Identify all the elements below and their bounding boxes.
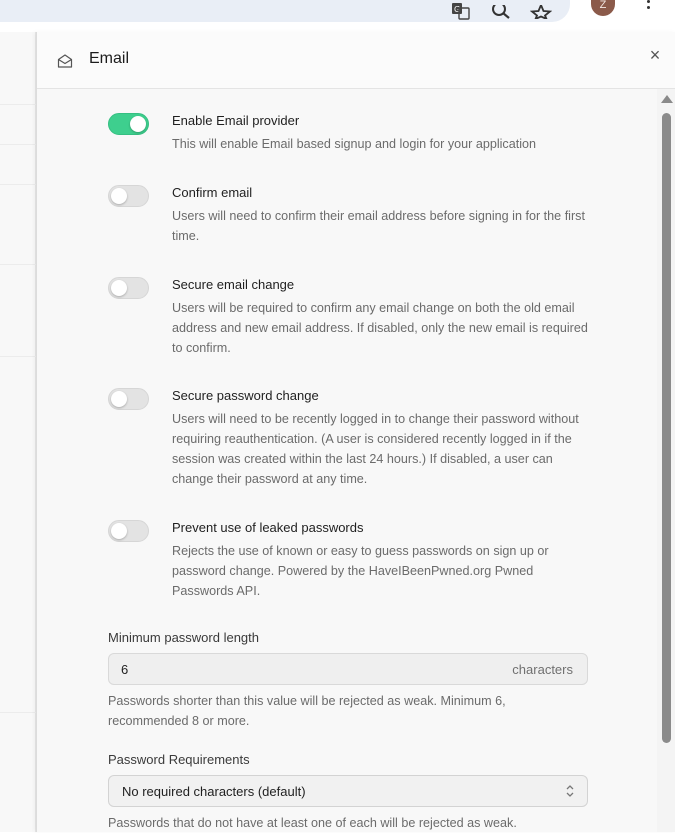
enable-email-provider-toggle[interactable]: [108, 113, 149, 135]
setting-description: Rejects the use of known or easy to gues…: [172, 544, 549, 598]
setting-label: Prevent use of leaked passwords: [172, 520, 364, 535]
password-requirements-label: Password Requirements: [108, 752, 250, 767]
setting-description: Users will be required to confirm any em…: [172, 301, 588, 355]
email-provider-panel: Email × Enable Email provider This will …: [36, 32, 675, 832]
scroll-up-arrow-icon[interactable]: [661, 95, 673, 103]
toggle-knob: [111, 188, 127, 204]
scrollbar-thumb[interactable]: [662, 113, 671, 743]
confirm-email-toggle[interactable]: [108, 185, 149, 207]
input-value: 6: [121, 662, 129, 677]
background-page: [0, 32, 36, 832]
toggle-knob: [111, 523, 127, 539]
setting-description: Users will need to be recently logged in…: [172, 412, 579, 486]
setting-label: Enable Email provider: [172, 113, 300, 128]
setting-description: This will enable Email based signup and …: [172, 137, 537, 151]
chevron-up-down-icon: [566, 785, 574, 797]
select-value: No required characters (default): [122, 784, 306, 799]
browser-toolbar: G Z: [0, 0, 675, 32]
toggle-knob: [111, 391, 127, 407]
secure-email-change-toggle[interactable]: [108, 277, 149, 299]
toggle-knob: [130, 116, 146, 132]
password-requirements-select[interactable]: No required characters (default): [108, 775, 588, 807]
setting-label: Secure email change: [172, 277, 295, 292]
prevent-leaked-passwords-toggle[interactable]: [108, 520, 149, 542]
panel-content: Enable Email provider This will enable E…: [37, 89, 657, 832]
scrollbar[interactable]: [657, 89, 675, 832]
browser-menu-icon[interactable]: [640, 0, 656, 16]
profile-avatar[interactable]: Z: [591, 0, 615, 16]
secure-password-change-toggle[interactable]: [108, 388, 149, 410]
toggle-knob: [111, 280, 127, 296]
address-bar[interactable]: [0, 0, 570, 22]
panel-title: Email: [89, 50, 130, 67]
panel-header: Email ×: [37, 32, 675, 89]
min-password-length-input[interactable]: 6 characters: [108, 653, 588, 685]
mail-open-icon: [57, 54, 73, 68]
setting-label: Confirm email: [172, 185, 253, 200]
bookmark-star-icon[interactable]: [529, 0, 553, 24]
min-password-length-label: Minimum password length: [108, 630, 260, 645]
setting-label: Secure password change: [172, 388, 319, 403]
setting-description: Users will need to confirm their email a…: [172, 209, 585, 243]
min-password-length-help: Passwords shorter than this value will b…: [108, 694, 506, 728]
password-requirements-help: Passwords that do not have at least one …: [108, 816, 517, 830]
zoom-icon[interactable]: [489, 0, 513, 24]
translate-icon[interactable]: G: [449, 0, 473, 24]
close-icon[interactable]: ×: [646, 46, 664, 64]
input-suffix: characters: [512, 662, 573, 677]
